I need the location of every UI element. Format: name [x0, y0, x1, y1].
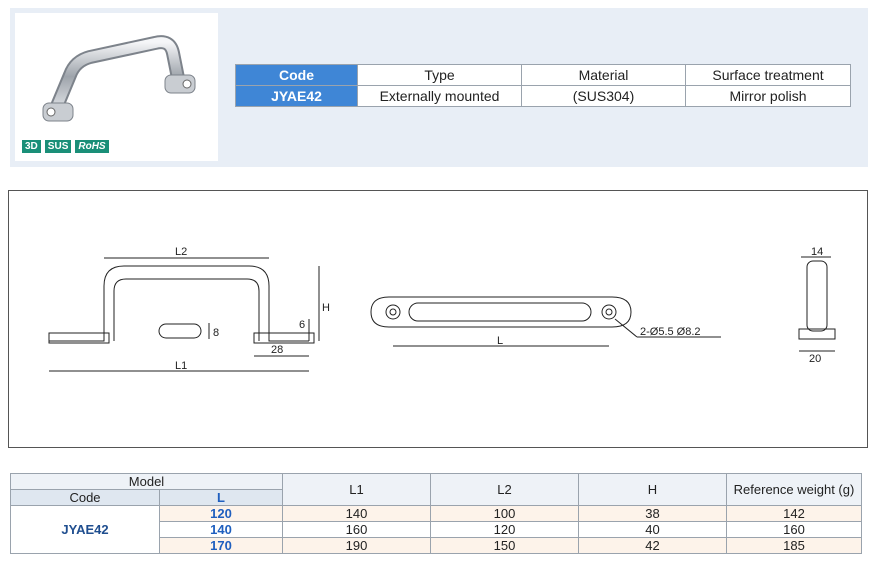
l1-header: L1	[282, 473, 431, 506]
spec-value-type: Externally mounted	[357, 85, 522, 107]
label-14: 14	[811, 246, 823, 258]
l-header: L	[159, 489, 283, 506]
l2-value: 100	[430, 505, 579, 522]
l2-header: L2	[430, 473, 579, 506]
weight-value: 142	[726, 505, 862, 522]
handle-product-image	[42, 35, 196, 122]
l1-value: 160	[282, 521, 431, 538]
spec-table: Code Type Material Surface treatment JYA…	[235, 64, 851, 107]
l2-value: 150	[430, 537, 579, 554]
code-header: Code	[10, 489, 160, 506]
drawing-canvas: L2 L1 H 28 8 6 L 2-Ø5.5 Ø8.2 14 20	[48, 246, 836, 372]
product-image-card: 3D SUS RoHS	[15, 13, 218, 161]
code-value: JYAE42	[10, 505, 160, 554]
l-value: 170	[159, 537, 283, 554]
spec-value-code: JYAE42	[235, 85, 358, 107]
label-L1: L1	[175, 360, 187, 372]
table-row: JYAE42 120 140 100 38 142	[10, 505, 862, 554]
h-header: H	[578, 473, 727, 506]
model-table: Model L1 L2 H Reference weight (g) Code …	[10, 473, 862, 554]
spec-header-row: Code Type Material Surface treatment	[235, 64, 851, 86]
spec-value-surface: Mirror polish	[685, 85, 851, 107]
weight-value: 160	[726, 521, 862, 538]
l1-value: 140	[282, 505, 431, 522]
spec-header-material: Material	[521, 64, 686, 86]
side-view	[798, 256, 836, 352]
h-value: 40	[578, 521, 727, 538]
model-header: Model	[10, 473, 283, 490]
h-value: 42	[578, 537, 727, 554]
badge-rohs: RoHS	[75, 140, 109, 153]
spec-header-type: Type	[357, 64, 522, 86]
badge-3d: 3D	[22, 140, 41, 153]
spec-value-row: JYAE42 Externally mounted (SUS304) Mirro…	[235, 85, 851, 107]
label-L: L	[497, 335, 503, 347]
l1-value: 190	[282, 537, 431, 554]
h-value: 38	[578, 505, 727, 522]
label-H: H	[322, 302, 330, 314]
spec-header-code: Code	[235, 64, 358, 86]
label-28: 28	[271, 344, 283, 356]
spec-header-surface: Surface treatment	[685, 64, 851, 86]
label-8: 8	[213, 327, 219, 339]
l2-value: 120	[430, 521, 579, 538]
weight-header: Reference weight (g)	[726, 473, 862, 506]
label-6: 6	[299, 319, 305, 331]
l-value: 120	[159, 505, 283, 522]
spec-value-material: (SUS304)	[521, 85, 686, 107]
label-holes: 2-Ø5.5 Ø8.2	[640, 326, 701, 338]
technical-drawing: L2 L1 H 28 8 6 L 2-Ø5.5 Ø8.2 14 20	[8, 190, 868, 448]
top-view	[370, 296, 721, 347]
l-value: 140	[159, 521, 283, 538]
label-20: 20	[809, 353, 821, 365]
weight-value: 185	[726, 537, 862, 554]
label-L2: L2	[175, 246, 187, 258]
badge-row: 3D SUS RoHS	[22, 140, 109, 153]
badge-sus: SUS	[44, 140, 72, 153]
